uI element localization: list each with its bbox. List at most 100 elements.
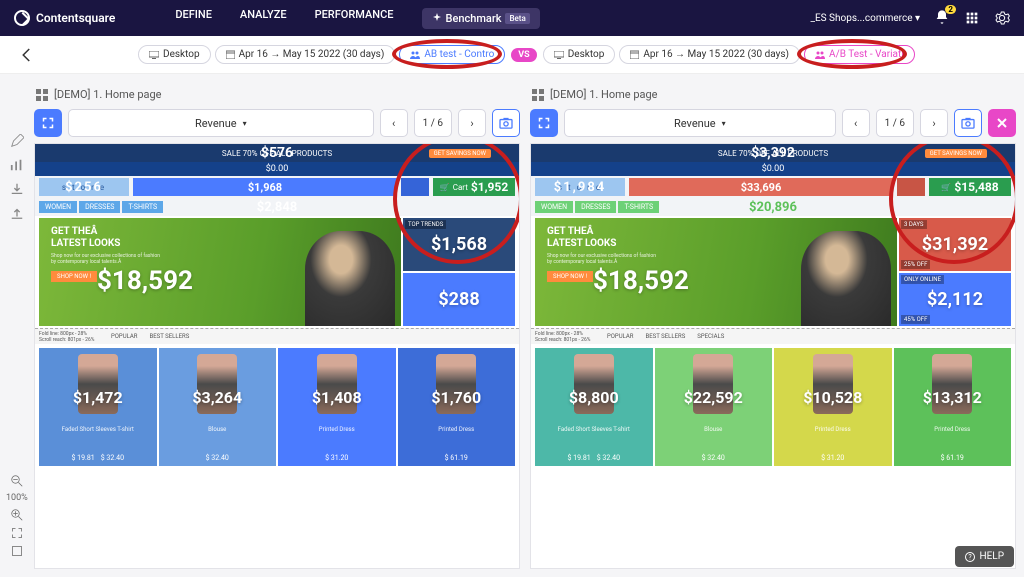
zone-products-row: $1,472Faded Short Sleeves T-shirt$ 19.81… [35, 344, 519, 470]
zoom-out-icon[interactable] [11, 475, 23, 487]
zone-category-tabs[interactable]: WOMEN DRESSES T-SHIRTS $2,848 [35, 198, 519, 216]
brand-logo[interactable]: Contentsquare [14, 10, 115, 26]
download-icon[interactable] [10, 182, 24, 196]
next-page-button[interactable]: › [458, 109, 486, 137]
desktop-icon [149, 51, 159, 59]
help-button[interactable]: ? HELP [955, 546, 1014, 567]
zone-subbar[interactable]: $0.00 [531, 162, 1015, 176]
nav-define[interactable]: DEFINE [175, 8, 212, 29]
nav-analyze[interactable]: ANALYZE [240, 8, 287, 29]
fit-icon[interactable] [11, 527, 23, 539]
desktop-icon [554, 51, 564, 59]
heatmap-right[interactable]: SALE 70% OFF ALL PRODUCTS $3,392 GET SAV… [530, 143, 1016, 569]
zoom-in-icon[interactable] [11, 509, 23, 521]
zone-value: $2,848 [257, 200, 298, 215]
zone-product[interactable]: $13,312Printed Dress$ 61.19 [894, 348, 1012, 466]
zone-logo[interactable]: s t o r e$1,984 [535, 178, 625, 196]
zone-side-1[interactable]: TOP TRENDS $1,568 [403, 218, 515, 271]
zone-hero-side: 3 DAYS 25% OFF $31,392 ONLY ONLINE 45% O… [899, 218, 1011, 326]
back-arrow-icon[interactable] [18, 46, 36, 64]
zone-product[interactable]: $1,472Faded Short Sleeves T-shirt$ 19.81… [39, 348, 157, 466]
calendar-icon [226, 50, 235, 59]
metric-select-left[interactable]: Revenue ▾ [68, 109, 374, 137]
beta-badge: Beta [505, 13, 529, 24]
fullscreen-button[interactable] [530, 109, 558, 137]
zone-cart[interactable]: 🛒 $15,488 [929, 178, 1011, 196]
zone-category-tabs[interactable]: WOMEN DRESSES T-SHIRTS $20,896 [531, 198, 1015, 216]
panel-left: [DEMO] 1. Home page Revenue ▾ ‹ 1 / 6 › … [34, 82, 520, 569]
users-icon [410, 51, 420, 59]
close-panel-button[interactable] [988, 109, 1016, 137]
panel-title-right: [DEMO] 1. Home page [530, 82, 1016, 109]
screenshot-button[interactable] [954, 109, 982, 137]
zone-products-row: $8,800Faded Short Sleeves T-shirt$ 19.81… [531, 344, 1015, 470]
navbar-right: _ES Shops...commerce ▾ 2 [810, 9, 1010, 28]
pencil-icon[interactable] [10, 134, 24, 148]
zone-header-row: s t o r e$1,984 $33,696 🛒 $15,488 [531, 176, 1015, 198]
zone-product[interactable]: $8,800Faded Short Sleeves T-shirt$ 19.81… [535, 348, 653, 466]
device-chip-right[interactable]: Desktop [543, 45, 616, 64]
zone-banner[interactable]: SALE 70% OFF ALL PRODUCTS $3,392 GET SAV… [531, 144, 1015, 162]
filter-group-left: Desktop Apr 16 → May 15 2022 (30 days) A… [138, 45, 505, 64]
nav-performance[interactable]: PERFORMANCE [315, 8, 394, 29]
segment-chip-right[interactable]: A/B Test - Variati [804, 45, 915, 64]
zone-side-1[interactable]: 3 DAYS 25% OFF $31,392 [899, 218, 1011, 271]
zone-product[interactable]: $10,528Printed Dress$ 31.20 [774, 348, 892, 466]
grid-icon [36, 89, 48, 101]
zone-subbar[interactable]: $0.00 [35, 162, 519, 176]
device-chip-left[interactable]: Desktop [138, 45, 211, 64]
heatmap-left[interactable]: SALE 70% OFF ALL PRODUCTS $576 GET SAVIN… [34, 143, 520, 569]
zone-header-row: s t o r e$256 $1,968 🛒 Cart$1,952 [35, 176, 519, 198]
zone-product[interactable]: $3,264Blouse$ 32.40 [159, 348, 277, 466]
zone-search-extra[interactable] [401, 178, 429, 196]
prev-page-button[interactable]: ‹ [842, 109, 870, 137]
account-switcher[interactable]: _ES Shops...commerce ▾ [810, 13, 920, 24]
upload-icon[interactable] [10, 206, 24, 220]
top-navbar: Contentsquare DEFINE ANALYZE PERFORMANCE… [0, 0, 1024, 36]
next-page-button[interactable]: › [920, 109, 948, 137]
zone-side-2[interactable]: ONLY ONLINE 45% OFF $2,112 [899, 273, 1011, 326]
date-chip-right[interactable]: Apr 16 → May 15 2022 (30 days) [619, 45, 800, 64]
expand-icon[interactable] [11, 545, 23, 557]
screenshot-button[interactable] [492, 109, 520, 137]
apps-icon[interactable] [964, 10, 980, 26]
zone-product[interactable]: $1,408Printed Dress$ 31.20 [278, 348, 396, 466]
filter-group-right: Desktop Apr 16 → May 15 2022 (30 days) A… [543, 45, 915, 64]
zone-value: $576 [261, 145, 293, 161]
zone-value: $18,592 [593, 266, 689, 296]
zone-hero-side: TOP TRENDS $1,568 $288 [403, 218, 515, 326]
segment-chip-left[interactable]: AB test - Contro [399, 45, 505, 64]
hero-person-image [305, 231, 395, 326]
zone-hero-main[interactable]: GET THEÂ LATEST LOOKS Shop now for our e… [535, 218, 897, 326]
zone-hero-row: GET THEÂ LATEST LOOKS Shop now for our e… [531, 216, 1015, 328]
zone-search[interactable]: $1,968 [133, 178, 397, 196]
fullscreen-button[interactable] [34, 109, 62, 137]
panel-title-left: [DEMO] 1. Home page [34, 82, 520, 109]
zone-product[interactable]: $22,592Blouse$ 32.40 [655, 348, 773, 466]
date-chip-left[interactable]: Apr 16 → May 15 2022 (30 days) [215, 45, 396, 64]
prev-page-button[interactable]: ‹ [380, 109, 408, 137]
grid-icon [532, 89, 544, 101]
nav-benchmark[interactable]: Benchmark Beta [422, 8, 540, 29]
zone-search-extra[interactable] [897, 178, 925, 196]
zone-hero-main[interactable]: GET THEÂ LATEST LOOKS Shop now for our e… [39, 218, 401, 326]
zone-logo[interactable]: s t o r e$256 [39, 178, 129, 196]
zoom-level: 100% [6, 493, 28, 503]
zone-side-2[interactable]: $288 [403, 273, 515, 326]
page-indicator-right: 1 / 6 [876, 109, 914, 137]
zone-banner[interactable]: SALE 70% OFF ALL PRODUCTS $576 GET SAVIN… [35, 144, 519, 162]
notifications-button[interactable]: 2 [934, 9, 950, 28]
metric-select-right[interactable]: Revenue ▾ [564, 109, 836, 137]
panel-right: [DEMO] 1. Home page Revenue ▾ ‹ 1 / 6 › … [530, 82, 1016, 569]
zone-product[interactable]: $1,760Printed Dress$ 61.19 [398, 348, 516, 466]
hero-person-image [801, 231, 891, 326]
zone-value: $18,592 [97, 266, 193, 296]
zone-value: $3,392 [751, 145, 795, 161]
filter-bar: Desktop Apr 16 → May 15 2022 (30 days) A… [0, 36, 1024, 74]
chart-icon[interactable] [10, 158, 24, 172]
brand-name: Contentsquare [36, 11, 115, 25]
panel-controls-right: Revenue ▾ ‹ 1 / 6 › [530, 109, 1016, 137]
zone-cart[interactable]: 🛒 Cart$1,952 [433, 178, 515, 196]
zone-search[interactable]: $33,696 [629, 178, 893, 196]
gear-icon[interactable] [994, 10, 1010, 26]
